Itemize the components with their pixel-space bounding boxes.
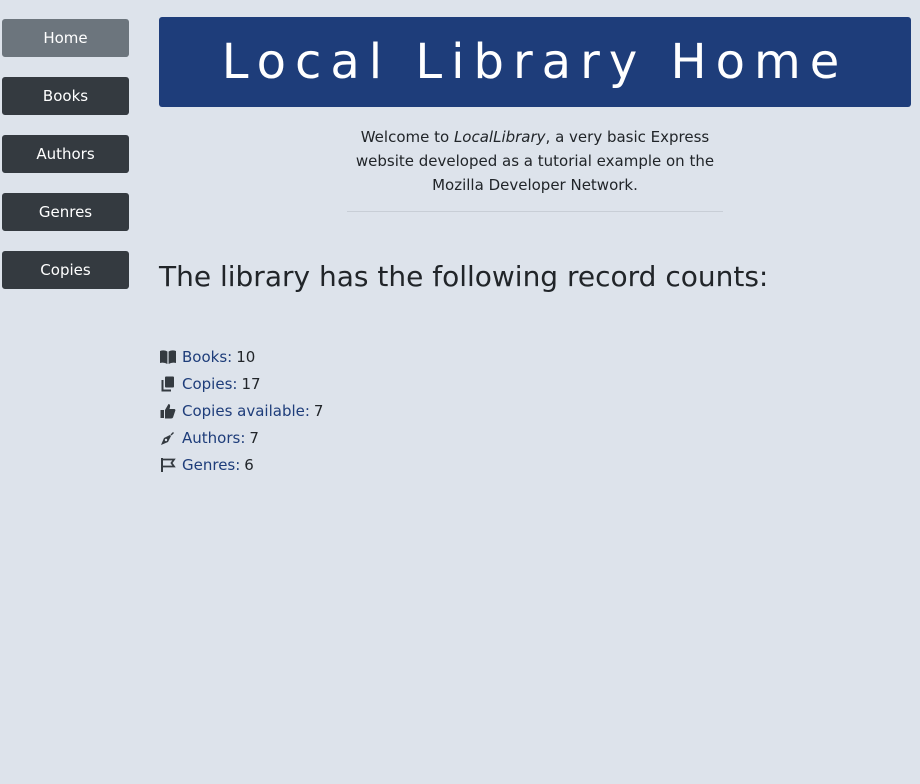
pen-nib-icon — [159, 429, 177, 447]
list-item-books: Books: 10 — [159, 343, 911, 370]
flag-icon — [159, 456, 177, 474]
list-item-copies: Copies: 17 — [159, 370, 911, 397]
list-item-authors: Authors: 7 — [159, 424, 911, 451]
thumbs-up-icon — [159, 402, 177, 420]
genres-count: 6 — [244, 455, 254, 474]
page-title: Local Library Home — [221, 34, 849, 90]
sidebar-item-genres[interactable]: Genres — [2, 193, 129, 231]
record-counts-list: Books: 10 Copies: 17 Copies available: 7… — [159, 343, 911, 478]
intro-text: Welcome to LocalLibrary, a very basic Ex… — [347, 125, 723, 212]
sidebar-item-copies[interactable]: Copies — [2, 251, 129, 289]
book-open-icon — [159, 348, 177, 366]
sidebar: Home Books Authors Genres Copies — [2, 19, 129, 309]
copies-available-count: 7 — [313, 401, 324, 420]
authors-count: 7 — [249, 428, 259, 447]
books-link[interactable]: Books: — [182, 348, 232, 366]
counts-heading: The library has the following record cou… — [159, 260, 769, 293]
intro-prefix: Welcome to — [360, 128, 454, 146]
sidebar-item-books[interactable]: Books — [2, 77, 129, 115]
list-item-copies-available: Copies available: 7 — [159, 397, 911, 424]
page-banner: Local Library Home — [159, 17, 911, 107]
copies-link[interactable]: Copies: — [182, 375, 237, 393]
copies-available-link[interactable]: Copies available: — [182, 402, 310, 420]
sidebar-item-home[interactable]: Home — [2, 19, 129, 57]
authors-link[interactable]: Authors: — [182, 429, 245, 447]
sidebar-item-authors[interactable]: Authors — [2, 135, 129, 173]
intro-app-name: LocalLibrary — [453, 128, 546, 146]
copy-icon — [159, 375, 177, 393]
books-count: 10 — [236, 347, 256, 366]
copies-count: 17 — [241, 374, 261, 393]
list-item-genres: Genres: 6 — [159, 451, 911, 478]
main-content: Local Library Home Welcome to LocalLibra… — [159, 17, 911, 478]
genres-link[interactable]: Genres: — [182, 456, 240, 474]
